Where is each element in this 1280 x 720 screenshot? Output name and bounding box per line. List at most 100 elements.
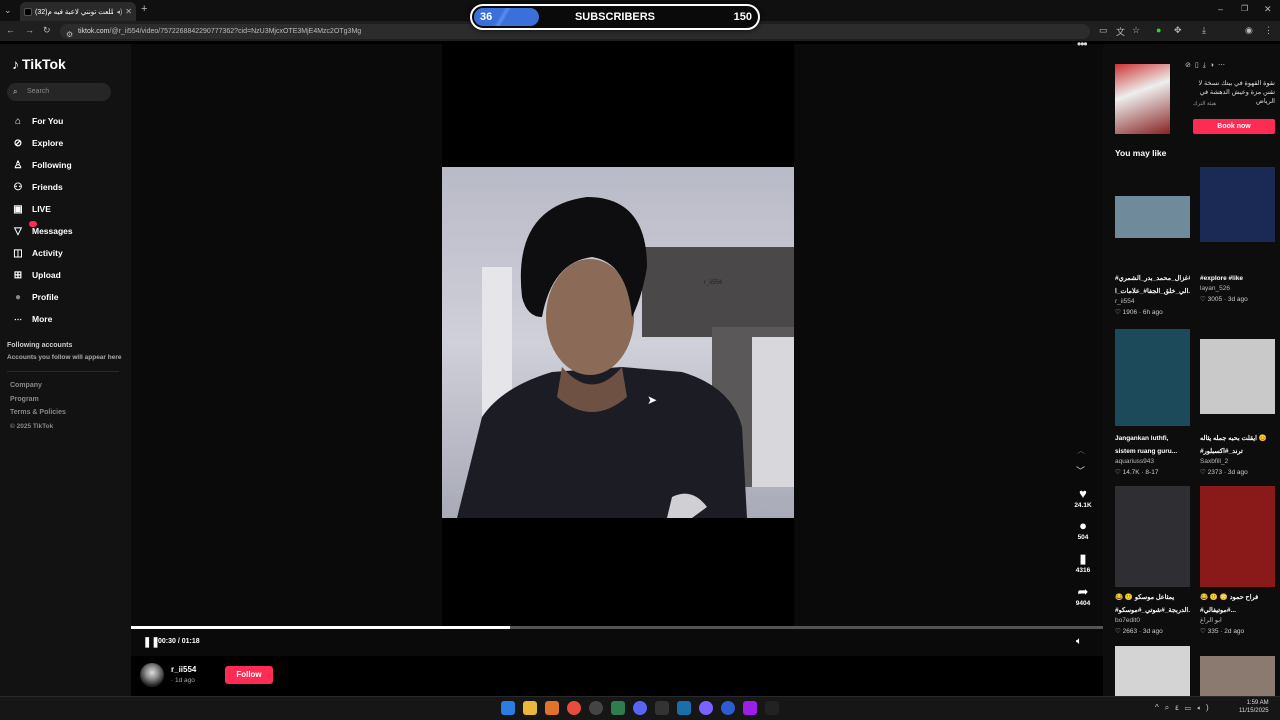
save-button[interactable]: ▮ 4316 bbox=[1068, 552, 1098, 575]
sidebar-item-upload[interactable]: ⊞ Upload bbox=[12, 264, 73, 286]
url-host: tiktok.com bbox=[78, 28, 110, 35]
footer-link-terms[interactable]: Terms & Policies bbox=[10, 406, 66, 420]
discord-icon[interactable] bbox=[633, 701, 647, 715]
volume-icon[interactable]: 🔈︎ bbox=[1076, 636, 1082, 647]
clock[interactable]: 1:59 AM 11/15/2025 bbox=[1239, 699, 1269, 715]
chrome-icon[interactable] bbox=[567, 701, 581, 715]
minimize-icon[interactable]: – bbox=[1218, 4, 1223, 14]
search-input[interactable]: ⌕ Search bbox=[7, 83, 111, 101]
card-info[interactable]: 😂 🙂 😳 فراح حمود #موتيفالي#... ابو الراغ ♡ 3… bbox=[1200, 590, 1275, 637]
sidebar-item-label: For You bbox=[32, 116, 64, 126]
video-thumbnail bbox=[1200, 656, 1275, 696]
next-video-icon[interactable]: ﹀ bbox=[1076, 464, 1085, 477]
video-thumbnail bbox=[1200, 167, 1275, 242]
sidebar-nav: ⌂ For You ⊘ Explore ♙ Following ⚇ Friends ▣ L… bbox=[12, 110, 73, 330]
previous-video-icon[interactable]: ︿ bbox=[1077, 445, 1085, 456]
site-info-icon[interactable]: ⚙ bbox=[66, 27, 73, 42]
ad-controls[interactable]: ⊘▯⤓◑⋯ bbox=[1185, 61, 1275, 73]
sidebar-item-for-you[interactable]: ⌂ For You bbox=[12, 110, 73, 132]
card-username: r_ii554 bbox=[1115, 298, 1135, 305]
compass-icon: ⊘ bbox=[13, 137, 23, 149]
bookmark-star-icon[interactable]: ☆ bbox=[1132, 25, 1140, 36]
file-explorer-icon[interactable] bbox=[523, 701, 537, 715]
app-icon[interactable] bbox=[589, 701, 603, 715]
list-item[interactable] bbox=[1115, 196, 1190, 238]
card-info[interactable]: #غزال_محمد_بدر_الشمري# الي_خلق_الجفا#_علا… bbox=[1115, 271, 1190, 318]
copyright: © 2025 TikTok bbox=[10, 422, 54, 430]
extension-icon[interactable]: ● bbox=[1156, 25, 1161, 35]
tab-list-icon[interactable]: ⌄ bbox=[4, 5, 12, 16]
sidebar-item-live[interactable]: ▣ LIVE bbox=[12, 198, 73, 220]
book-now-button[interactable]: Book now bbox=[1193, 119, 1275, 134]
card-title-line2: #الدربجة_#شوتي_#موسكو... bbox=[1115, 607, 1190, 614]
card-info[interactable]: Jangankan luthfi, sistem ruang guru... aqu… bbox=[1115, 431, 1190, 478]
app-icon[interactable] bbox=[743, 701, 757, 715]
app-icon[interactable] bbox=[611, 701, 625, 715]
list-item[interactable] bbox=[1200, 486, 1275, 587]
app-icon[interactable] bbox=[655, 701, 669, 715]
follow-button[interactable]: Follow bbox=[225, 666, 273, 684]
more-options-icon[interactable]: ••• bbox=[1077, 37, 1088, 51]
sidebar-item-following[interactable]: ♙ Following bbox=[12, 154, 73, 176]
sidebar-item-messages[interactable]: ▽ Messages bbox=[12, 220, 73, 242]
video-frame[interactable]: r_ii554 bbox=[442, 167, 794, 518]
sidebar-item-activity[interactable]: ◫ Activity bbox=[12, 242, 73, 264]
like-count: 24.1K bbox=[1074, 502, 1092, 509]
back-icon[interactable]: ← bbox=[6, 25, 15, 35]
author-avatar[interactable] bbox=[140, 663, 164, 687]
author-username[interactable]: r_ii554 bbox=[171, 665, 196, 674]
list-item[interactable] bbox=[1115, 486, 1190, 587]
install-icon[interactable]: ▭ bbox=[1099, 25, 1108, 36]
window-close-icon[interactable]: ✕ bbox=[1264, 4, 1272, 15]
card-age: 3d ago bbox=[1142, 628, 1163, 635]
app-icon[interactable] bbox=[765, 701, 779, 715]
sidebar-item-more[interactable]: ⋯ More bbox=[12, 308, 73, 330]
new-tab-icon[interactable]: + bbox=[141, 3, 147, 15]
sidebar-footer: Company Program Terms & Policies © 2025 … bbox=[10, 379, 66, 433]
ad-source: هيئة الترك bbox=[1193, 101, 1217, 107]
card-info[interactable]: ايقلت بحبه جمله يثاله 😊 #ترند_#اكسبلور Sax… bbox=[1200, 431, 1275, 478]
card-stats: ♡ 2373 · 3d ago bbox=[1200, 467, 1275, 478]
list-item[interactable] bbox=[1115, 329, 1190, 426]
system-tray[interactable]: ^⌕ε▭◂) bbox=[1155, 703, 1215, 713]
list-item[interactable] bbox=[1200, 167, 1275, 242]
card-title: 😂 🙂 😳 فراح حمود bbox=[1200, 594, 1259, 601]
browser-tab[interactable]: (32)طلعت تونني لاعبة فيه م... ◂) ✕ bbox=[20, 2, 136, 21]
tab-close-icon[interactable]: ✕ bbox=[125, 7, 132, 16]
reload-icon[interactable]: ↻ bbox=[43, 25, 51, 36]
maximize-icon[interactable]: ❐ bbox=[1241, 4, 1248, 13]
browser-menu-icon[interactable]: ⋮ bbox=[1264, 25, 1273, 36]
comment-button[interactable]: ● 504 bbox=[1068, 519, 1098, 542]
list-item[interactable] bbox=[1200, 656, 1275, 696]
forward-icon[interactable]: → bbox=[25, 25, 34, 35]
footer-link-program[interactable]: Program bbox=[10, 393, 66, 407]
card-info[interactable]: 😂 🙂 يمثاعل موسكو #الدربجة_#شوتي_#موسكو...… bbox=[1115, 590, 1190, 637]
sidebar-item-label: Explore bbox=[32, 138, 64, 148]
translate-icon[interactable]: 文 bbox=[1116, 25, 1125, 38]
list-item[interactable] bbox=[1200, 339, 1275, 414]
video-thumbnail bbox=[1115, 486, 1190, 587]
like-button[interactable]: ♥ 24.1K bbox=[1068, 487, 1098, 510]
sidebar-item-label: Friends bbox=[32, 182, 63, 192]
live-icon: ▣ bbox=[13, 203, 23, 215]
app-icon[interactable] bbox=[699, 701, 713, 715]
app-icon[interactable] bbox=[721, 701, 735, 715]
sidebar-item-friends[interactable]: ⚇ Friends bbox=[12, 176, 73, 198]
sidebar-item-explore[interactable]: ⊘ Explore bbox=[12, 132, 73, 154]
app-icon[interactable] bbox=[545, 701, 559, 715]
card-age: 6h ago bbox=[1142, 309, 1163, 316]
tiktok-favicon-icon bbox=[24, 7, 32, 16]
list-item[interactable] bbox=[1115, 646, 1190, 696]
extensions-puzzle-icon[interactable]: ✥ bbox=[1174, 25, 1182, 36]
ad-thumbnail[interactable] bbox=[1115, 64, 1170, 134]
steam-icon[interactable] bbox=[677, 701, 691, 715]
downloads-icon[interactable]: ⤓ bbox=[1202, 25, 1206, 36]
tiktok-logo[interactable]: ♪ TikTok bbox=[12, 56, 66, 72]
card-info[interactable]: #explore #like layan_526 ♡ 3005 · 3d ago bbox=[1200, 271, 1275, 305]
card-stats: ♡ 14.7K · 8-17 bbox=[1115, 467, 1190, 478]
profile-avatar-icon[interactable]: ◉ bbox=[1245, 25, 1253, 36]
sidebar-item-profile[interactable]: ● Profile bbox=[12, 286, 73, 308]
start-icon[interactable] bbox=[501, 701, 515, 715]
footer-link-company[interactable]: Company bbox=[10, 379, 66, 393]
share-button[interactable]: ➦ 9404 bbox=[1068, 585, 1098, 608]
